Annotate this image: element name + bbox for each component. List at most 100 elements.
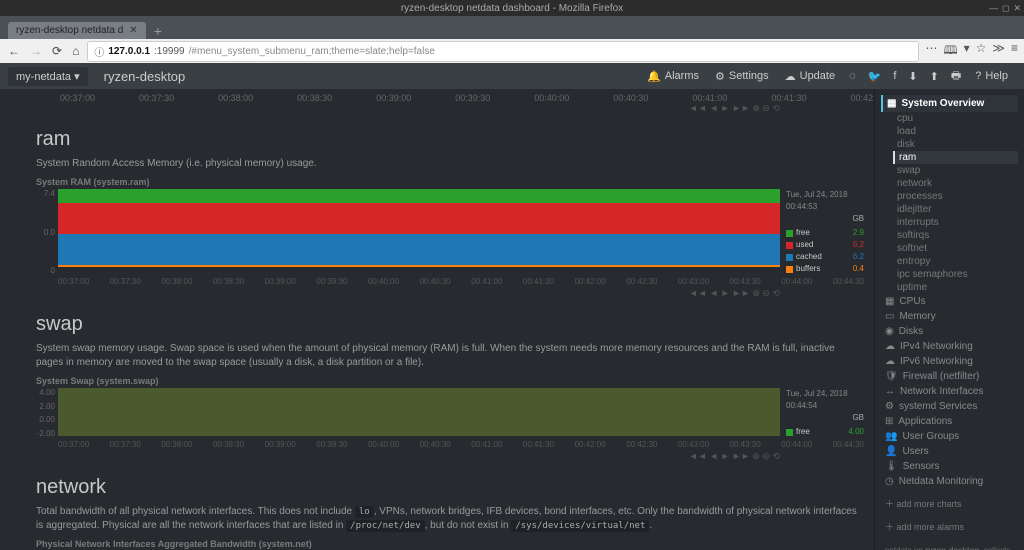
- forward-icon[interactable]: →: [28, 44, 44, 58]
- sidebar-item-cpu[interactable]: cpu: [893, 112, 1018, 125]
- sidebar-section-ipv6-networking[interactable]: ☁IPv6 Networking: [881, 354, 1018, 369]
- chart-toolbar[interactable]: ◄◄ ◄ ► ►► ⊕ ⊖ ⟲: [36, 288, 864, 299]
- swap-desc: System swap memory usage. Swap space is …: [36, 342, 864, 370]
- network-desc: Total bandwidth of all physical network …: [36, 505, 864, 533]
- sidebar-section-network-interfaces[interactable]: ↔Network Interfaces: [881, 384, 1018, 399]
- sidebar-item-softnet[interactable]: softnet: [893, 242, 1018, 255]
- swap-xaxis: 00:37:0000:37:3000:38:0000:38:3000:39:00…: [36, 438, 864, 451]
- sidebar-section-sensors[interactable]: 🌡Sensors: [881, 459, 1018, 474]
- bookmark-icon[interactable]: 🕮: [943, 41, 957, 62]
- pocket-icon[interactable]: ▾: [964, 41, 970, 62]
- sidebar-item-swap[interactable]: swap: [893, 164, 1018, 177]
- chart-toolbar[interactable]: ◄◄ ◄ ► ►► ⊕ ⊖ ⟲: [36, 451, 864, 462]
- ram-cached-area: [58, 234, 780, 265]
- swap-free-area: [58, 388, 780, 436]
- help-icon: ?: [975, 70, 981, 82]
- sidebar-item-ipc-semaphores[interactable]: ipc semaphores: [893, 268, 1018, 281]
- menu-icon[interactable]: ≡: [1011, 41, 1018, 62]
- star-icon[interactable]: ☆: [976, 41, 987, 62]
- ram-chart-title: System RAM (system.ram): [36, 177, 864, 187]
- sidebar-footer: netdata on ryzen-desktop, collects every…: [881, 545, 1018, 550]
- ram-legend: Tue, Jul 24, 2018 00:44:53 GB free2.9use…: [780, 189, 864, 275]
- new-tab-button[interactable]: +: [146, 23, 170, 39]
- page-title: ryzen-desktop: [104, 69, 186, 84]
- ram-yaxis: 7.40.00: [36, 189, 58, 275]
- browser-toolbar: ← → ⟳ ⌂ ⓘ 127.0.0.1:19999/#menu_system_s…: [0, 39, 1024, 63]
- back-icon[interactable]: ←: [6, 44, 22, 58]
- server-dropdown[interactable]: my-netdata ▾: [8, 67, 88, 86]
- browser-tab[interactable]: ryzen-desktop netdata d ✕: [8, 22, 146, 39]
- sidebar: ▦System Overview cpuloaddiskramswapnetwo…: [874, 89, 1024, 550]
- add-more-alarms[interactable]: ＋ add more alarms: [881, 518, 1018, 535]
- legend-row[interactable]: free4.00: [786, 426, 864, 438]
- sidebar-item-load[interactable]: load: [893, 125, 1018, 138]
- tab-close-icon[interactable]: ✕: [129, 25, 137, 36]
- twitter-icon[interactable]: 🐦: [862, 70, 888, 83]
- swap-chart[interactable]: [58, 388, 780, 436]
- sidebar-system-overview[interactable]: ▦System Overview: [881, 95, 1018, 112]
- swap-heading: swap: [36, 313, 864, 336]
- swap-chart-title: System Swap (system.swap): [36, 376, 864, 386]
- os-titlebar: ryzen-desktop netdata dashboard - Mozill…: [0, 0, 1024, 16]
- ram-buffers-area: [58, 265, 780, 267]
- top-axis: 00:37:0000:37:3000:38:0000:38:3000:39:00…: [36, 93, 864, 103]
- sidebar-item-interrupts[interactable]: interrupts: [893, 216, 1018, 229]
- sidebar-section-netdata-monitoring[interactable]: ◷Netdata Monitoring: [881, 474, 1018, 489]
- info-icon[interactable]: ⓘ: [94, 44, 104, 59]
- settings-button[interactable]: ⚙Settings: [707, 70, 777, 83]
- ram-chart[interactable]: [58, 189, 780, 267]
- browser-tabstrip: ryzen-desktop netdata d ✕ +: [0, 16, 1024, 39]
- sidebar-item-softirqs[interactable]: softirqs: [893, 229, 1018, 242]
- sidebar-icon[interactable]: ≫: [992, 41, 1005, 62]
- tab-title: ryzen-desktop netdata d: [16, 25, 123, 36]
- chart-toolbar[interactable]: ◄◄ ◄ ► ►► ⊕ ⊖ ⟲: [36, 103, 864, 114]
- maximize-icon[interactable]: ◻: [1002, 3, 1009, 14]
- cloud-icon: ☁: [785, 70, 796, 83]
- sidebar-section-firewall-netfilter-[interactable]: 🛡Firewall (netfilter): [881, 369, 1018, 384]
- sidebar-section-memory[interactable]: ▭Memory: [881, 309, 1018, 324]
- sidebar-section-systemd-services[interactable]: ⚙systemd Services: [881, 399, 1018, 414]
- ram-desc: System Random Access Memory (i.e. physic…: [36, 157, 864, 171]
- close-icon[interactable]: ✕: [1013, 3, 1021, 14]
- ram-free-area: [58, 189, 780, 203]
- ram-heading: ram: [36, 128, 864, 151]
- update-button[interactable]: ☁Update: [777, 70, 843, 83]
- network-heading: network: [36, 476, 864, 499]
- print-icon[interactable]: 🖶: [945, 67, 967, 86]
- sidebar-item-disk[interactable]: disk: [893, 138, 1018, 151]
- github-icon[interactable]: ◌: [843, 70, 862, 82]
- sidebar-item-idlejitter[interactable]: idlejitter: [893, 203, 1018, 216]
- overview-icon: ▦: [887, 98, 896, 109]
- add-more-charts[interactable]: ＋ add more charts: [881, 495, 1018, 512]
- sidebar-section-users[interactable]: 👤Users: [881, 444, 1018, 459]
- sidebar-section-user-groups[interactable]: 👥User Groups: [881, 429, 1018, 444]
- sidebar-section-ipv4-networking[interactable]: ☁IPv4 Networking: [881, 339, 1018, 354]
- sidebar-item-entropy[interactable]: entropy: [893, 255, 1018, 268]
- legend-row[interactable]: cached6.2: [786, 251, 864, 263]
- sidebar-item-processes[interactable]: processes: [893, 190, 1018, 203]
- main-content: 00:37:0000:37:3000:38:0000:38:3000:39:00…: [0, 89, 874, 550]
- sidebar-item-ram[interactable]: ram: [893, 151, 1018, 164]
- upload-icon[interactable]: ⬆: [924, 70, 945, 83]
- minimize-icon[interactable]: —: [989, 3, 998, 14]
- help-button[interactable]: ?Help: [967, 70, 1016, 82]
- sidebar-section-applications[interactable]: ⊞Applications: [881, 414, 1018, 429]
- sidebar-section-cpus[interactable]: ▦CPUs: [881, 294, 1018, 309]
- legend-row[interactable]: buffers0.4: [786, 263, 864, 275]
- more-icon[interactable]: ⋯: [925, 41, 937, 62]
- download-icon[interactable]: ⬇: [902, 70, 923, 83]
- app-topnav: my-netdata ▾ ryzen-desktop 🔔Alarms ⚙Sett…: [0, 63, 1024, 89]
- alarms-button[interactable]: 🔔Alarms: [639, 70, 707, 83]
- url-input[interactable]: ⓘ 127.0.0.1:19999/#menu_system_submenu_r…: [87, 41, 919, 62]
- sidebar-section-disks[interactable]: ◉Disks: [881, 324, 1018, 339]
- sidebar-item-uptime[interactable]: uptime: [893, 281, 1018, 294]
- legend-row[interactable]: free2.9: [786, 227, 864, 239]
- network-chart-title: Physical Network Interfaces Aggregated B…: [36, 539, 864, 549]
- sidebar-item-network[interactable]: network: [893, 177, 1018, 190]
- reload-icon[interactable]: ⟳: [50, 44, 64, 58]
- home-icon[interactable]: ⌂: [70, 44, 81, 58]
- ram-used-area: [58, 203, 780, 234]
- facebook-icon[interactable]: f: [887, 70, 902, 82]
- legend-row[interactable]: used6.2: [786, 239, 864, 251]
- swap-yaxis: 4.002.000.00-2.00: [36, 388, 58, 438]
